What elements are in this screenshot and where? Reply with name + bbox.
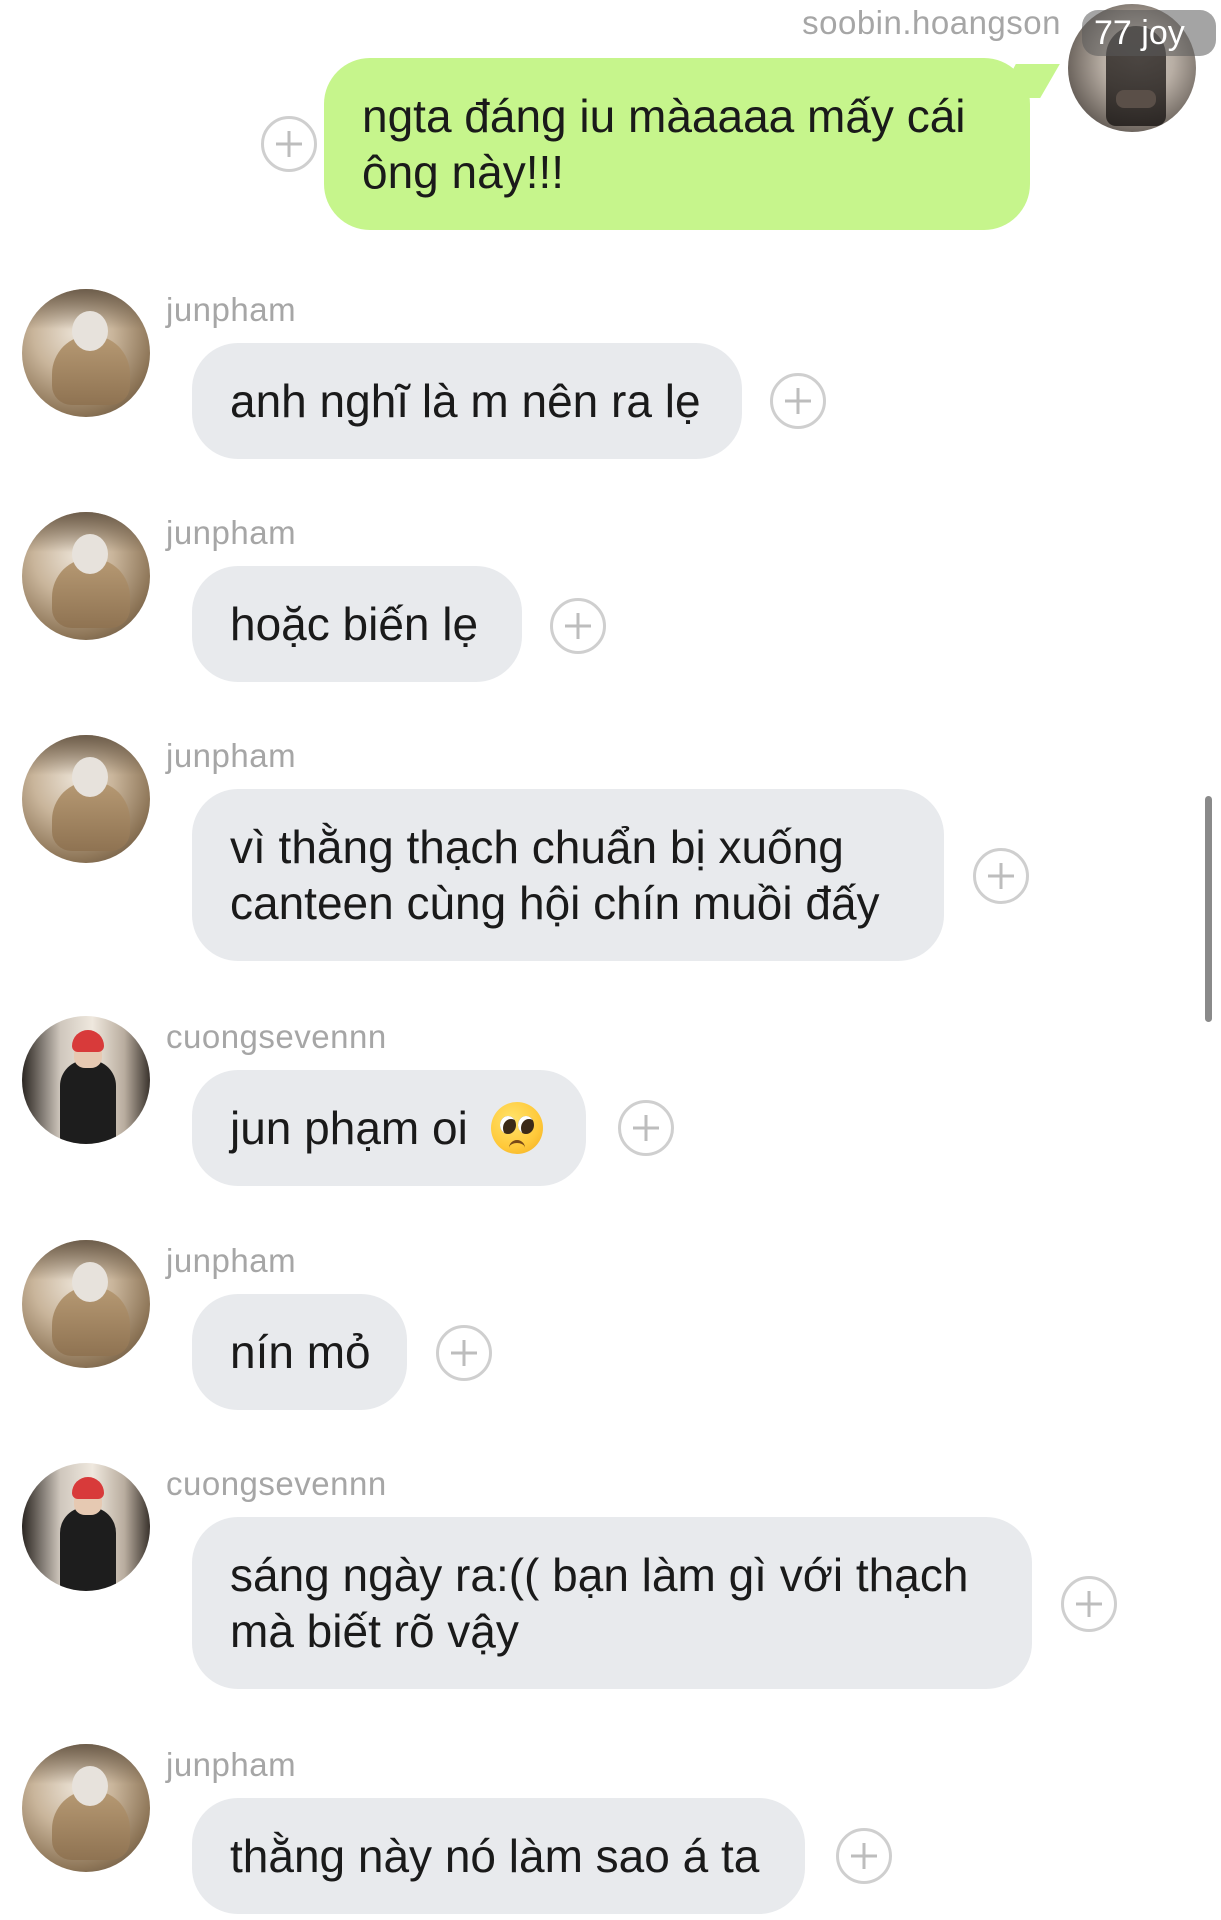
avatar[interactable] bbox=[22, 289, 150, 417]
emoji-mouth bbox=[508, 1139, 525, 1149]
avatar[interactable] bbox=[22, 512, 150, 640]
message-bubble[interactable]: jun phạm oi bbox=[156, 1070, 586, 1186]
bubble-tail bbox=[156, 1806, 228, 1838]
avatar[interactable] bbox=[22, 1240, 150, 1368]
add-reaction-button[interactable] bbox=[618, 1100, 674, 1156]
avatar-head bbox=[72, 1766, 108, 1806]
message-text-line: thằng này nó làm sao á ta bbox=[230, 1830, 760, 1882]
message-text-line: sáng ngày ra:(( bạn làm gì với thạch bbox=[230, 1549, 969, 1601]
pleading-face-icon bbox=[490, 1101, 543, 1154]
avatar-head bbox=[72, 534, 108, 574]
avatar-figure bbox=[60, 1507, 116, 1591]
add-reaction-button[interactable] bbox=[836, 1828, 892, 1884]
avatar-figure bbox=[60, 1060, 116, 1144]
sender-username: soobin.hoangson bbox=[802, 4, 1061, 41]
sender-username: cuongsevennn bbox=[166, 1018, 387, 1055]
avatar-head bbox=[72, 757, 108, 797]
avatar-head bbox=[72, 1262, 108, 1302]
add-reaction-button[interactable] bbox=[261, 116, 317, 172]
bubble-tail bbox=[156, 797, 228, 829]
message-text-line: canteen cùng hội chín muồi đấy bbox=[230, 877, 880, 929]
sender-username: junpham bbox=[166, 514, 297, 551]
bubble-tail bbox=[156, 1302, 228, 1334]
message-bubble[interactable]: anh nghĩ là m nên ra lẹ bbox=[156, 343, 742, 459]
message-bubble[interactable]: hoặc biến lẹ bbox=[156, 566, 522, 682]
avatar-detail bbox=[1116, 90, 1156, 108]
avatar-hair bbox=[72, 1030, 104, 1052]
avatar-head bbox=[72, 311, 108, 351]
message-bubble[interactable]: thằng này nó làm sao á ta bbox=[156, 1798, 805, 1914]
avatar-hair bbox=[72, 1477, 104, 1499]
sender-username: junpham bbox=[166, 1746, 297, 1783]
emoji-eye bbox=[517, 1115, 534, 1134]
bubble-tail bbox=[996, 64, 1060, 98]
sender-username: cuongsevennn bbox=[166, 1465, 387, 1502]
chat-thread: soobin.hoangson 77 joy ngta đáng iu màaa… bbox=[0, 0, 1221, 1920]
add-reaction-button[interactable] bbox=[973, 848, 1029, 904]
note-badge[interactable]: 77 joy bbox=[1082, 10, 1216, 56]
message-text-line: nín mỏ bbox=[230, 1326, 371, 1378]
avatar[interactable] bbox=[22, 1744, 150, 1872]
message-text-line: anh nghĩ là m nên ra lẹ bbox=[230, 375, 701, 427]
add-reaction-button[interactable] bbox=[770, 373, 826, 429]
add-reaction-button[interactable] bbox=[436, 1325, 492, 1381]
message-text-line: vì thằng thạch chuẩn bị xuống bbox=[230, 821, 844, 873]
message-bubble[interactable]: vì thằng thạch chuẩn bị xuống canteen cù… bbox=[156, 789, 944, 961]
message-text-line: jun phạm oi bbox=[230, 1102, 468, 1154]
sender-username: junpham bbox=[166, 737, 297, 774]
message-bubble[interactable]: nín mỏ bbox=[156, 1294, 407, 1410]
add-reaction-button[interactable] bbox=[550, 598, 606, 654]
message-text-line: hoặc biến lẹ bbox=[230, 598, 479, 650]
avatar[interactable] bbox=[22, 1463, 150, 1591]
sender-username: junpham bbox=[166, 291, 297, 328]
sender-username: junpham bbox=[166, 1242, 297, 1279]
add-reaction-button[interactable] bbox=[1061, 1576, 1117, 1632]
bubble-tail bbox=[156, 1525, 228, 1557]
message-bubble[interactable]: ngta đáng iu màaaaa mấy cái ông này!!! bbox=[324, 58, 1060, 230]
bubble-tail bbox=[156, 574, 228, 606]
message-text-line: ngta đáng iu màaaaa mấy cái bbox=[362, 90, 966, 142]
bubble-tail bbox=[156, 351, 228, 383]
message-text-line: ông này!!! bbox=[362, 146, 565, 198]
bubble-tail bbox=[156, 1078, 228, 1110]
avatar[interactable] bbox=[22, 1016, 150, 1144]
emoji-eye bbox=[499, 1115, 516, 1134]
scrollbar[interactable] bbox=[1205, 796, 1212, 1022]
message-text-line: mà biết rõ vậy bbox=[230, 1605, 519, 1657]
message-bubble[interactable]: sáng ngày ra:(( bạn làm gì với thạch mà … bbox=[156, 1517, 1032, 1689]
avatar[interactable] bbox=[22, 735, 150, 863]
